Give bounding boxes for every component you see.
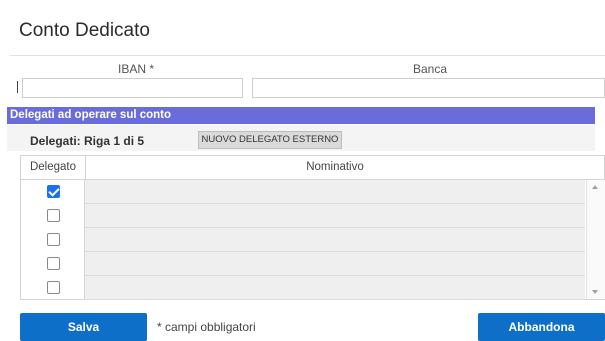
dialog-title: Conto Dedicato — [19, 20, 150, 41]
delegato-checkbox[interactable] — [47, 233, 60, 246]
banca-input[interactable] — [252, 78, 605, 98]
table-row[interactable] — [21, 276, 585, 300]
delegato-cell — [21, 204, 85, 228]
table-row[interactable] — [21, 180, 585, 204]
text-caret — [17, 81, 18, 93]
nominativo-cell[interactable] — [85, 276, 585, 300]
title-divider — [10, 55, 605, 56]
salva-button[interactable]: Salva — [20, 313, 147, 341]
nominativo-cell[interactable] — [85, 204, 585, 228]
table-row[interactable] — [21, 204, 585, 228]
table-row[interactable] — [21, 228, 585, 252]
delegato-checkbox[interactable] — [47, 281, 60, 294]
nominativo-cell[interactable] — [85, 180, 585, 204]
delegato-cell — [21, 228, 85, 252]
scroll-up-icon[interactable] — [592, 185, 598, 189]
nominativo-cell[interactable] — [85, 252, 585, 276]
delegato-checkbox[interactable] — [47, 185, 60, 198]
column-header-nominativo[interactable]: Nominativo — [85, 156, 585, 179]
delegati-section-header: Delegati ad operare sul conto — [7, 107, 595, 124]
delegato-cell — [21, 180, 85, 204]
banca-label: Banca — [413, 62, 448, 76]
table-row[interactable] — [21, 252, 585, 276]
delegato-checkbox[interactable] — [47, 257, 60, 270]
delegato-cell — [21, 276, 85, 300]
column-header-delegato[interactable]: Delegato — [21, 156, 86, 179]
iban-input[interactable] — [22, 78, 243, 98]
delegato-cell — [21, 252, 85, 276]
delegati-table: Delegato Nominativo — [20, 155, 605, 300]
delegati-row-count: Delegati: Riga 1 di 5 — [30, 134, 145, 148]
nominativo-cell[interactable] — [85, 228, 585, 252]
table-scrollbar[interactable] — [586, 180, 605, 299]
delegato-checkbox[interactable] — [47, 209, 60, 222]
iban-label: IBAN * — [118, 62, 155, 76]
scroll-down-icon[interactable] — [592, 290, 598, 294]
required-fields-note: * campi obbligatori — [157, 320, 256, 334]
abbandona-button[interactable]: Abbandona — [478, 313, 605, 341]
nuovo-delegato-esterno-button[interactable]: NUOVO DELEGATO ESTERNO — [198, 131, 342, 149]
